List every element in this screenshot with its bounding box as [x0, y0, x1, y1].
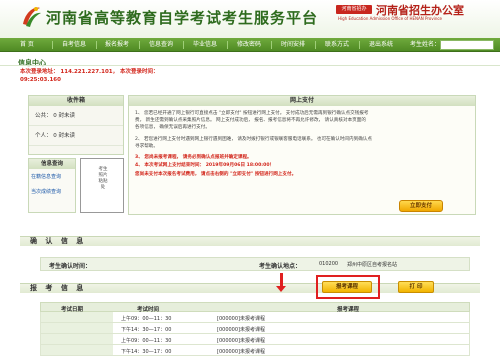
pay-now-button[interactable]: 立即支付: [399, 200, 443, 212]
date-cell: [41, 323, 113, 333]
main-nav: 首 页 自考信息 报名报考 信息查询 毕业信息 修改密码 时间安排 联系方式 退…: [0, 38, 500, 52]
table-row: 上午09：00—11：30 [000000]未报考课程: [40, 334, 470, 345]
confirm-time-label: 考生确认时间：: [49, 263, 92, 270]
time-cell: 上午09：00—11：30: [121, 316, 172, 322]
table-row: 上午09：00—11：30 [000000]未报考课程: [40, 312, 470, 323]
office-badge: 河南省招办: [336, 5, 372, 14]
nav-separator: [271, 41, 272, 49]
date-cell: [41, 312, 113, 322]
photo-placeholder: 考生照片粘贴处: [80, 158, 124, 213]
nav-separator: [315, 41, 316, 49]
exam-table: 考试日期 考试时间 报考课程 上午09：00—11：30 [000000]未报考…: [40, 302, 470, 356]
enrollment-query-link[interactable]: 在籍信息查询: [29, 169, 75, 184]
course-cell: [000000]未报考课程: [217, 316, 265, 322]
nav-logout[interactable]: 退出系统: [369, 38, 393, 52]
personal-messages[interactable]: 个人： 0 封未读: [29, 126, 123, 146]
course-cell: [000000]未报考课程: [217, 349, 265, 355]
inbox-title: 收件箱: [29, 96, 123, 106]
score-query-link[interactable]: 当次成绩查询: [29, 184, 75, 199]
time-cell: 上午09：00—11：30: [121, 338, 172, 344]
print-button[interactable]: 打 印: [398, 281, 434, 293]
office-english-name: High Education Admission Office of HENAN…: [338, 16, 443, 21]
time-cell: 下午14：30—17：00: [121, 327, 172, 333]
query-panel: 信息查询 在籍信息查询 当次成绩查询: [28, 158, 76, 213]
public-messages[interactable]: 公共： 0 封未读: [29, 106, 123, 126]
nav-change-password[interactable]: 修改密码: [237, 38, 261, 52]
table-row: 下午14：30—17：00 [000000]未报考课程: [40, 323, 470, 334]
nav-separator: [227, 41, 228, 49]
site-title: 河南省高等教育自学考试考生服务平台: [46, 9, 319, 27]
nav-separator: [96, 41, 97, 49]
photo-text: 考生照片粘贴处: [98, 167, 108, 190]
payment-deadline: 4、 本次考试网上支付结束时间： 2019年09月06日 18:00:00！: [135, 163, 275, 168]
date-cell: [41, 334, 113, 344]
payment-note: 费， 新生还需到确认点采集照片信息。 网上支付成功后， 报名、报考信息将不再允许…: [135, 118, 366, 123]
nav-separator: [183, 41, 184, 49]
nav-exam-info[interactable]: 自考信息: [62, 38, 86, 52]
course-cell: [000000]未报考课程: [217, 338, 265, 344]
payment-note: 寻求帮助。: [135, 144, 158, 149]
confirm-place-label: 考生确认地点：: [259, 263, 302, 270]
confirm-title: 确 认 信 息: [30, 237, 87, 245]
confirm-place-code: 010200: [319, 261, 339, 267]
logo-icon: [23, 7, 41, 27]
time-cell: 下午14：30—17：00: [121, 349, 172, 355]
office-logo: 河南省招办 河南省招生办公室 High Education Admission …: [336, 2, 496, 22]
nav-schedule[interactable]: 时间安排: [281, 38, 305, 52]
exam-title: 报 考 信 息: [30, 284, 87, 292]
login-line-2: 09:25:03.160: [20, 77, 61, 83]
info-center-title: 信息中心: [18, 59, 46, 67]
payment-note: 2、 若您进行网上支付时遇到网上银行遇到困难， 请及时拨打银行或银联客服电话联系…: [135, 137, 372, 142]
payment-title: 网上支付: [129, 96, 475, 106]
table-header: 考试日期 考试时间 报考课程: [40, 302, 470, 313]
nav-separator: [139, 41, 140, 49]
query-title: 信息查询: [29, 159, 75, 169]
divider: [0, 65, 500, 66]
annotation-arrowhead: [276, 286, 286, 292]
payment-reminder: 您尚未支付本次报名考试费用， 请点击右侧的 "立即支付" 按钮进行网上支付。: [135, 172, 297, 177]
student-name-field: [440, 40, 494, 50]
nav-graduation[interactable]: 毕业信息: [193, 38, 217, 52]
payment-note: 各项信息， 确保无误后再进行支付。: [135, 125, 210, 130]
nav-home[interactable]: 首 页: [20, 38, 34, 52]
inbox-panel: 收件箱 公共： 0 封未读 个人： 0 封未读: [28, 95, 124, 155]
student-name-label: 考生姓名：: [410, 41, 441, 48]
payment-warning: 3、 您尚未报考课程， 请务必到确认点报班并确定课程。: [135, 155, 252, 160]
confirm-band: [20, 236, 480, 246]
header: 河南省高等教育自学考试考生服务平台 河南省招办 河南省招生办公室 High Ed…: [0, 0, 500, 38]
report-course-button[interactable]: 报考课程: [322, 281, 372, 293]
course-cell: [000000]未报考课程: [217, 327, 265, 333]
online-payment-panel: 网上支付 1、 您若已经开通了网上银行可直接点击 "立即支付" 按钮进行网上支付…: [128, 95, 476, 215]
date-cell: [41, 345, 113, 355]
nav-query[interactable]: 信息查询: [149, 38, 173, 52]
nav-separator: [52, 41, 53, 49]
confirm-place-name: 郑州中原区自考报名站: [347, 262, 398, 268]
table-row: 下午14：30—17：00 [000000]未报考课程: [40, 345, 470, 356]
nav-separator: [359, 41, 360, 49]
annotation-arrow: [280, 273, 283, 287]
login-info: 本次登录地址： 114.221.227.101， 本次登录时间： 09:25:0…: [20, 68, 159, 84]
login-line-1: 本次登录地址： 114.221.227.101， 本次登录时间：: [20, 69, 159, 75]
payment-note: 1、 您若已经开通了网上银行可直接点击 "立即支付" 按钮进行网上支付。 支付成…: [135, 111, 369, 116]
nav-registration[interactable]: 报名报考: [105, 38, 129, 52]
nav-contact[interactable]: 联系方式: [325, 38, 349, 52]
confirm-row: 考生确认时间： 考生确认地点： 010200 郑州中原区自考报名站: [40, 257, 470, 271]
